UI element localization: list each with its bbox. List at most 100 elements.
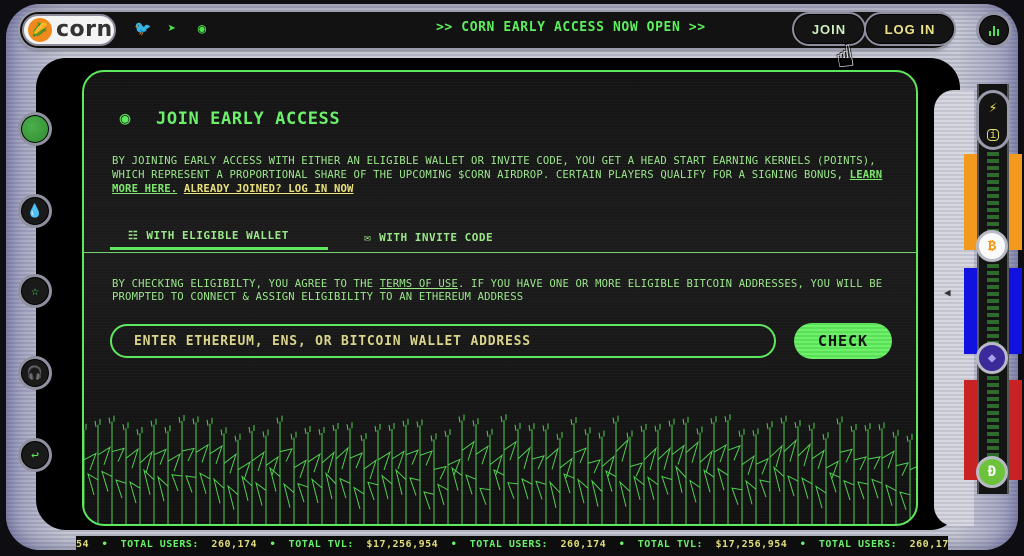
- corn-stalk: [269, 415, 293, 524]
- asset-meter: ⚡ i ₿ ◆ Đ: [964, 84, 1022, 494]
- ticker-label: TOTAL TVL:: [637, 539, 703, 550]
- join-early-access-panel: ◉ JOIN EARLY ACCESS BY JOINING EARLY ACC…: [82, 70, 918, 526]
- corn-stalk: [255, 429, 279, 524]
- corn-stalk: [353, 433, 377, 524]
- corn-stalk: [325, 423, 349, 524]
- corn-stalk: [647, 423, 671, 524]
- corn-stalk: [675, 416, 699, 524]
- access-tabs: ☷ WITH ELIGIBLE WALLET ✉ WITH INVITE COD…: [110, 224, 493, 250]
- corn-stalk: [395, 418, 419, 524]
- ticker-label: TOTAL USERS:: [818, 539, 898, 550]
- corn-stalk: [185, 416, 209, 524]
- corn-stalk: [787, 420, 811, 524]
- ticker-value: $17,256,954: [715, 539, 788, 550]
- corn-stalk: [703, 416, 727, 524]
- login-button[interactable]: LOG IN: [864, 12, 956, 46]
- dollar-coin-icon[interactable]: Đ: [976, 456, 1008, 488]
- corn-stalk: [745, 428, 769, 524]
- tab-divider: [84, 252, 916, 253]
- corn-stalk: [535, 423, 559, 524]
- twitter-icon[interactable]: 🐦: [134, 20, 151, 38]
- ticker-separator: •: [799, 539, 807, 550]
- corn-stalk: [465, 418, 489, 524]
- corn-stalk: [829, 416, 853, 524]
- corn-stalk: [213, 427, 237, 524]
- ticker-fragment: 54: [76, 539, 90, 550]
- ticker-label: TOTAL USERS:: [120, 539, 199, 550]
- ticker-separator: •: [450, 539, 458, 550]
- corn-stalk: [591, 430, 615, 524]
- social-links: 🐦 ➤ ◉: [134, 20, 210, 38]
- tab-invite-code[interactable]: ✉ WITH INVITE CODE: [328, 224, 493, 250]
- bar-chart-icon: [993, 26, 995, 36]
- corn-stalk: [871, 422, 895, 524]
- corn-stalk: [759, 421, 783, 524]
- corn-stalk: [143, 418, 167, 524]
- collapse-arrow-icon[interactable]: ◀: [944, 286, 951, 299]
- brand-name: corn: [56, 17, 113, 42]
- drop-button[interactable]: 💧: [18, 194, 52, 228]
- corn-field-illustration: [84, 414, 916, 524]
- corn-stalk: [773, 415, 797, 524]
- telegram-icon[interactable]: ➤: [164, 20, 180, 38]
- checklist-icon: ☷: [128, 229, 139, 242]
- stats-button[interactable]: [976, 12, 1012, 48]
- corn-stalk: [101, 415, 125, 524]
- corn-stalk: [885, 429, 909, 524]
- corn-stalk: [801, 422, 825, 524]
- eye-icon: ◉: [119, 108, 131, 129]
- ethereum-icon[interactable]: ◆: [976, 342, 1008, 374]
- corn-stalk: [311, 427, 335, 524]
- corn-logo[interactable]: 🌽 corn: [22, 14, 116, 46]
- terms-of-use-link[interactable]: TERMS OF USE: [380, 278, 458, 290]
- corn-stalk: [605, 415, 629, 524]
- corn-stalk: [227, 433, 251, 524]
- corn-stalk: [199, 417, 223, 524]
- corn-stalk: [563, 417, 587, 524]
- bitcoin-icon[interactable]: ₿: [976, 230, 1008, 262]
- bar-chart-icon: [997, 29, 999, 36]
- star-button[interactable]: ☆: [18, 274, 52, 308]
- tab-label: WITH INVITE CODE: [379, 230, 494, 244]
- corn-stalk: [451, 414, 475, 524]
- corn-stalk: [899, 433, 916, 524]
- info-icon[interactable]: i: [987, 128, 999, 141]
- meter-leds: [987, 144, 999, 464]
- corn-stalk: [815, 432, 839, 524]
- ticker-value: 260,174: [909, 539, 948, 550]
- corn-stalk: [283, 431, 307, 524]
- corn-stalk: [339, 422, 363, 524]
- corn-stalk: [507, 422, 531, 524]
- support-button[interactable]: 🎧: [18, 356, 52, 390]
- panel-title: JOIN EARLY ACCESS: [156, 108, 341, 129]
- ticker-separator: •: [269, 539, 277, 550]
- already-joined-link[interactable]: ALREADY JOINED? LOG IN NOW: [184, 183, 354, 195]
- corn-stalk: [857, 423, 881, 524]
- corn-stalk: [549, 431, 573, 524]
- corn-stalk: [479, 428, 503, 524]
- terms-prefix: BY CHECKING ELIGIBILTY, YOU AGREE TO THE: [112, 278, 380, 290]
- drop-icon: 💧: [26, 203, 44, 219]
- tab-eligible-wallet[interactable]: ☷ WITH ELIGIBLE WALLET: [110, 224, 328, 250]
- corn-stalk: [87, 418, 111, 524]
- corn-stalk: [129, 427, 153, 524]
- join-button[interactable]: JOIN: [792, 12, 866, 46]
- bolt-icon[interactable]: ⚡: [989, 100, 997, 116]
- discord-icon[interactable]: ◉: [194, 20, 210, 38]
- corn-stalk: [689, 426, 713, 524]
- power-button[interactable]: [18, 112, 52, 146]
- corn-stalk: [84, 423, 97, 524]
- announcement-banner[interactable]: >> CORN EARLY ACCESS NOW OPEN >>: [436, 20, 706, 35]
- back-button[interactable]: ↩: [18, 438, 52, 472]
- ticker-label: TOTAL USERS:: [469, 539, 548, 550]
- corn-stalk: [381, 423, 405, 524]
- check-button[interactable]: CHECK: [794, 323, 892, 359]
- panel-header: ◉ JOIN EARLY ACCESS: [112, 108, 340, 129]
- corn-stalk: [843, 423, 867, 524]
- bar-chart-icon: [989, 31, 991, 36]
- stats-ticker: 54 • TOTAL USERS: 260,174 • TOTAL TVL: $…: [76, 536, 948, 554]
- corn-stalk: [171, 415, 195, 524]
- corn-stalk: [423, 433, 447, 524]
- wallet-address-input[interactable]: [110, 324, 776, 358]
- back-arrow-icon: ↩: [31, 447, 39, 463]
